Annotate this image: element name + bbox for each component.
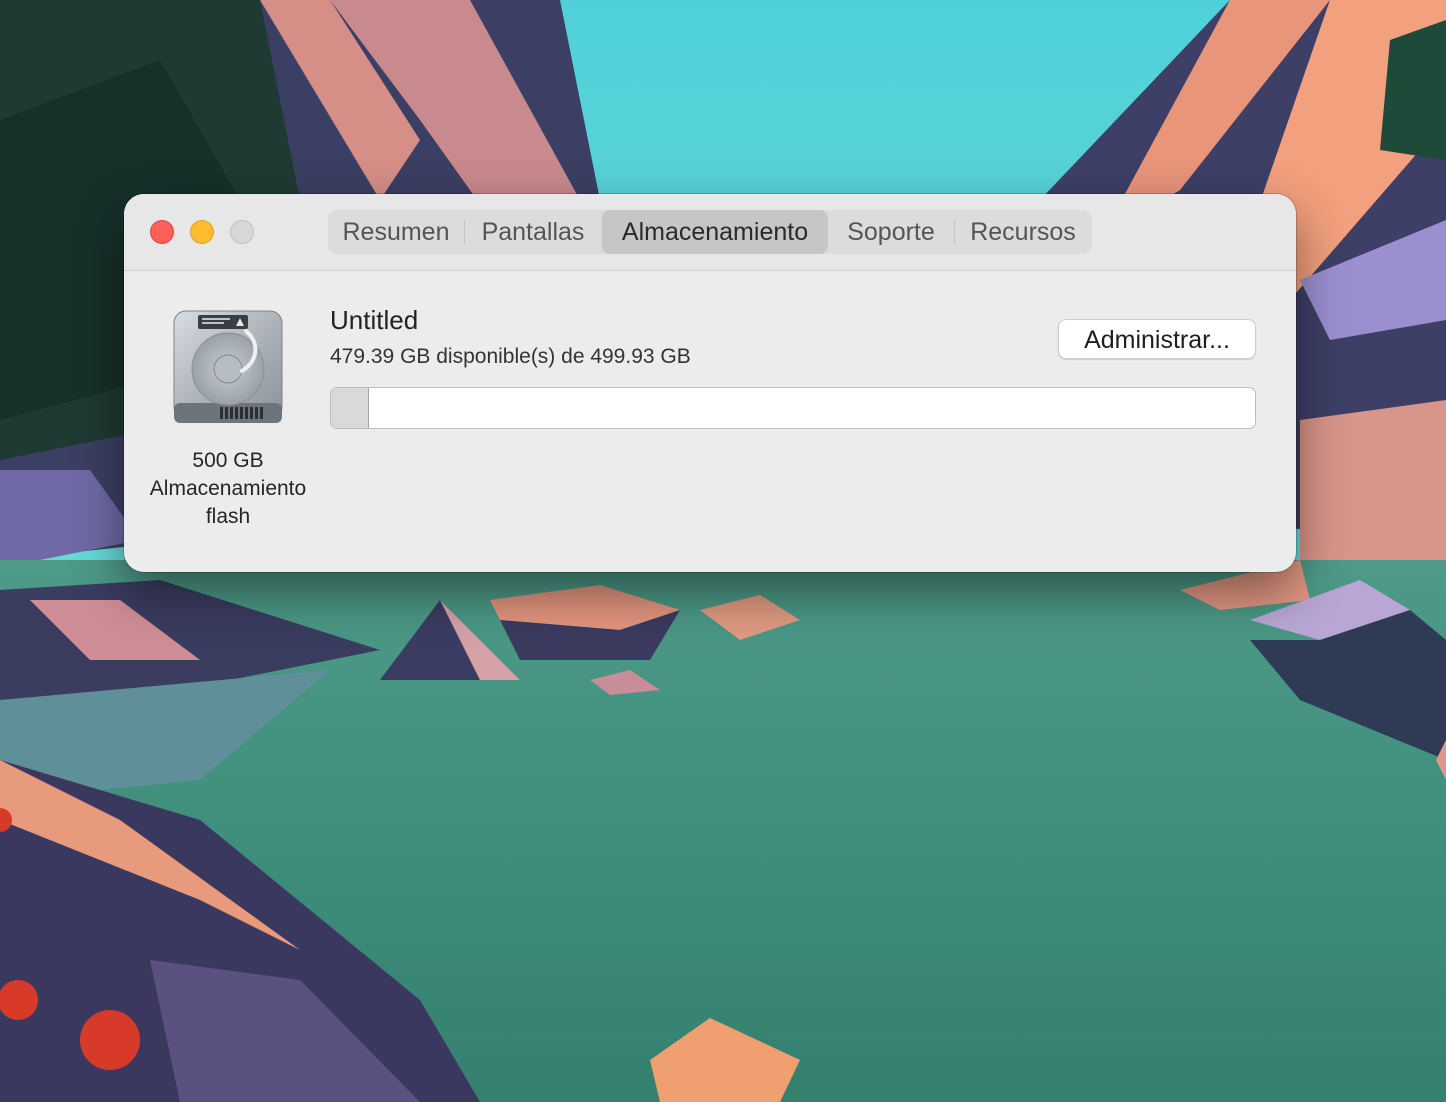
disk-type-line1: Almacenamiento	[149, 477, 307, 500]
tab-soporte[interactable]: Soporte	[828, 210, 954, 254]
tab-bar: Resumen Pantallas Almacenamiento Soporte…	[328, 210, 1092, 254]
disk-type-line2: flash	[205, 505, 251, 528]
storage-panel: 500 GB Almacenamiento flash Untitled 479…	[124, 271, 1296, 572]
hard-drive-icon	[170, 309, 286, 429]
disk-capacity: 500 GB	[192, 449, 264, 472]
zoom-window-button[interactable]	[230, 220, 254, 244]
manage-storage-button[interactable]: Administrar...	[1058, 319, 1256, 359]
tab-recursos[interactable]: Recursos	[954, 210, 1092, 254]
tab-pantallas[interactable]: Pantallas	[464, 210, 602, 254]
volume-available-info: 479.39 GB disponible(s) de 499.93 GB	[330, 345, 691, 368]
system-information-window: Resumen Pantallas Almacenamiento Soporte…	[124, 194, 1296, 572]
storage-usage-bar	[330, 387, 1256, 429]
close-window-button[interactable]	[150, 220, 174, 244]
storage-used-segment	[331, 388, 369, 428]
tab-almacenamiento[interactable]: Almacenamiento	[602, 210, 828, 254]
window-titlebar: Resumen Pantallas Almacenamiento Soporte…	[124, 194, 1296, 271]
volume-name: Untitled	[330, 305, 419, 335]
minimize-window-button[interactable]	[190, 220, 214, 244]
tab-resumen[interactable]: Resumen	[328, 210, 464, 254]
disk-caption: 500 GB Almacenamiento flash	[128, 447, 328, 531]
